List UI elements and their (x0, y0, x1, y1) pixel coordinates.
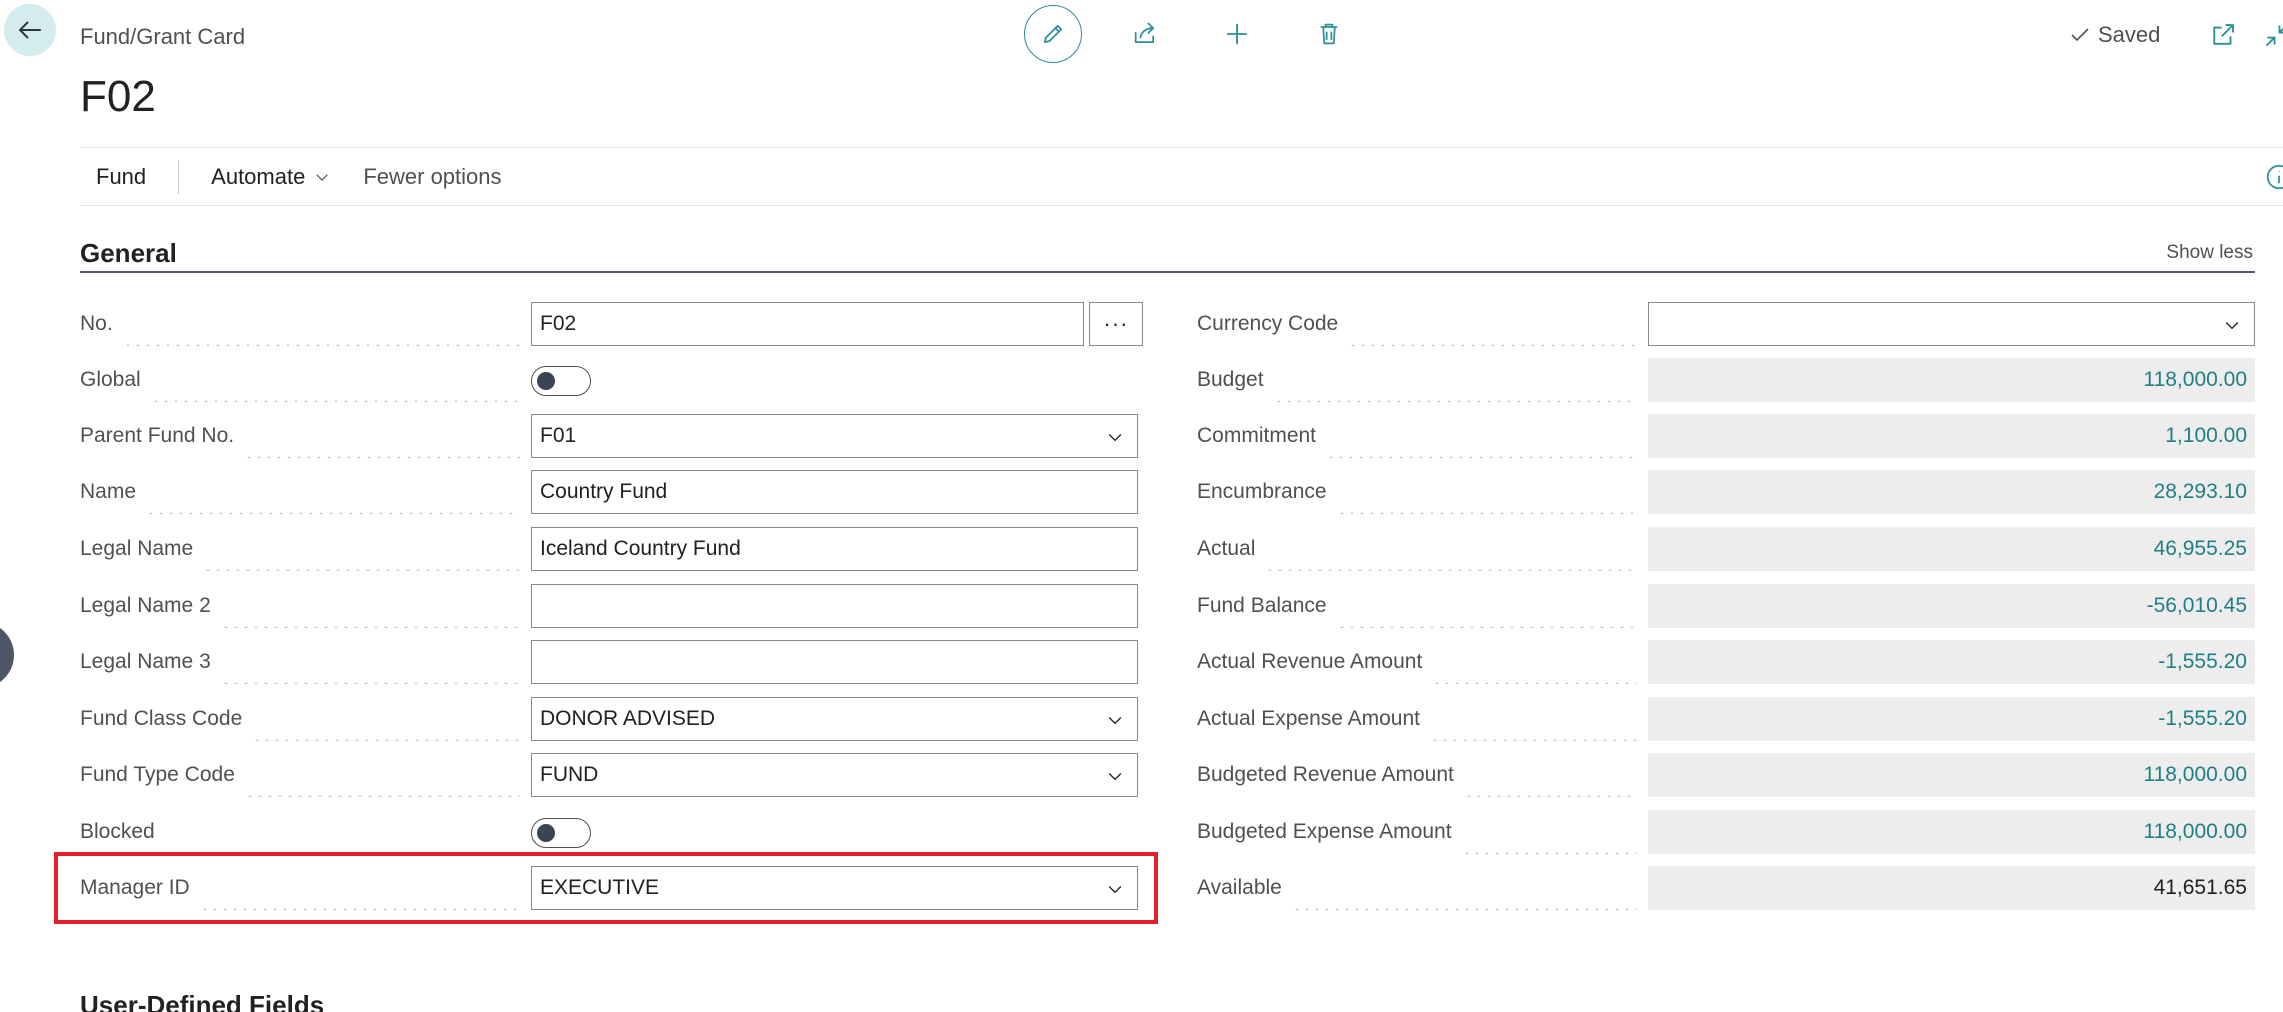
available-value: 41,651.65 (1648, 866, 2255, 910)
show-less-link[interactable]: Show less (2166, 242, 2253, 264)
field-row-currency-code: Currency Code (0, 302, 2283, 346)
field-label-budgeted-revenue-amount: Budgeted Revenue Amount (1197, 753, 1637, 797)
field-label-actual-expense-amount: Actual Expense Amount (1197, 697, 1637, 741)
back-button[interactable] (4, 4, 56, 56)
info-pane-button[interactable] (2264, 162, 2283, 192)
delete-button[interactable] (1300, 5, 1358, 63)
actionbar-bottom-divider (80, 205, 2283, 206)
saved-status: Saved (2068, 22, 2160, 48)
field-label-actual-revenue-amount: Actual Revenue Amount (1197, 640, 1637, 684)
field-label-actual: Actual (1197, 527, 1637, 571)
arrow-left-icon (19, 21, 41, 39)
fund-action[interactable]: Fund (80, 164, 162, 190)
field-row-commitment: Commitment 1,100.00 (0, 414, 2283, 458)
plus-icon (1226, 23, 1248, 45)
actual-expense-amount-value[interactable]: -1,555.20 (1648, 697, 2255, 741)
section-title-general: General (80, 238, 177, 268)
field-row-budgeted-expense-amount: Budgeted Expense Amount 118,000.00 (0, 810, 2283, 854)
field-label-available: Available (1197, 866, 1637, 910)
actual-value[interactable]: 46,955.25 (1648, 527, 2255, 571)
saved-label: Saved (2098, 22, 2161, 47)
field-row-encumbrance: Encumbrance 28,293.10 (0, 470, 2283, 514)
field-row-budgeted-revenue-amount: Budgeted Revenue Amount 118,000.00 (0, 753, 2283, 797)
fewer-options-button[interactable]: Fewer options (347, 164, 517, 190)
fund-balance-value[interactable]: -56,010.45 (1648, 584, 2255, 628)
field-row-fund-balance: Fund Balance -56,010.45 (0, 584, 2283, 628)
field-label-budgeted-expense-amount: Budgeted Expense Amount (1197, 810, 1637, 854)
collapse-button[interactable] (2262, 20, 2283, 50)
budgeted-revenue-amount-value[interactable]: 118,000.00 (1648, 753, 2255, 797)
section-title-user-defined-fields[interactable]: User-Defined Fields (80, 990, 324, 1012)
action-separator (178, 160, 180, 194)
breadcrumb: Fund/Grant Card (80, 24, 246, 49)
edit-button[interactable] (1024, 5, 1082, 63)
commitment-value[interactable]: 1,100.00 (1648, 414, 2255, 458)
open-in-new-window-icon (2213, 24, 2234, 45)
new-button[interactable] (1208, 5, 1266, 63)
share-button[interactable] (1116, 5, 1174, 63)
currency-code-select[interactable] (1648, 302, 2255, 346)
section-divider (80, 271, 2255, 273)
header-toolbar (1024, 5, 1358, 63)
chevron-down-icon (2225, 322, 2239, 330)
field-row-actual-expense-amount: Actual Expense Amount -1,555.20 (0, 697, 2283, 741)
chevron-down-icon (316, 174, 329, 181)
open-new-window-button[interactable] (2208, 20, 2238, 50)
field-row-budget: Budget 118,000.00 (0, 358, 2283, 402)
actual-revenue-amount-value[interactable]: -1,555.20 (1648, 640, 2255, 684)
trash-icon (1320, 23, 1338, 45)
collapse-icon (2266, 25, 2283, 46)
info-icon (2266, 164, 2283, 190)
field-row-actual-revenue-amount: Actual Revenue Amount -1,555.20 (0, 640, 2283, 684)
checkmark-icon (2071, 28, 2089, 42)
share-icon (1134, 22, 1155, 44)
field-label-fund-balance: Fund Balance (1197, 584, 1637, 628)
automate-label: Automate (211, 164, 306, 189)
field-label-budget: Budget (1197, 358, 1637, 402)
automate-menu[interactable]: Automate (195, 164, 347, 190)
field-label-commitment: Commitment (1197, 414, 1637, 458)
budget-value[interactable]: 118,000.00 (1648, 358, 2255, 402)
budgeted-expense-amount-value[interactable]: 118,000.00 (1648, 810, 2255, 854)
field-label-encumbrance: Encumbrance (1197, 470, 1637, 514)
field-row-available: Available 41,651.65 (0, 866, 2283, 910)
action-bar: Fund Automate Fewer options (80, 148, 518, 206)
pencil-icon (1043, 24, 1063, 44)
encumbrance-value[interactable]: 28,293.10 (1648, 470, 2255, 514)
field-row-actual: Actual 46,955.25 (0, 527, 2283, 571)
page-title: F02 (80, 72, 156, 121)
field-label-currency-code: Currency Code (1197, 302, 1637, 346)
